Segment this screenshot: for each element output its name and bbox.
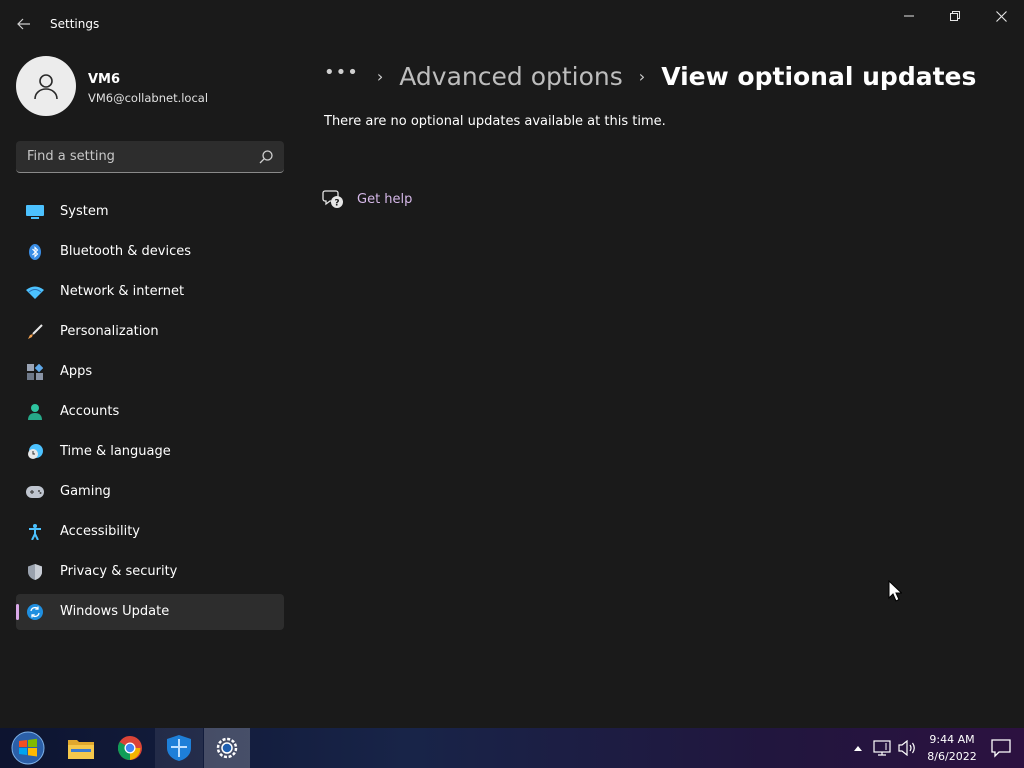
back-button[interactable] <box>10 12 38 36</box>
clock-time: 9:44 AM <box>929 733 975 746</box>
network-icon <box>873 740 891 756</box>
sidebar-item-accessibility[interactable]: Accessibility <box>16 514 284 550</box>
breadcrumb-advanced-options[interactable]: Advanced options <box>399 62 623 91</box>
close-icon <box>995 10 1007 22</box>
user-name: VM6 <box>88 72 121 87</box>
minimize-icon <box>904 15 914 17</box>
user-avatar-icon <box>34 74 58 100</box>
app-title: Settings <box>50 17 100 31</box>
sidebar-item-label: Bluetooth & devices <box>60 244 191 259</box>
sidebar-item-apps[interactable]: Apps <box>16 354 284 390</box>
search-input[interactable] <box>16 141 252 172</box>
user-email: VM6@collabnet.local <box>88 91 209 105</box>
chrome-icon <box>118 736 142 760</box>
settings-icon <box>216 737 238 759</box>
apps-icon <box>26 364 44 380</box>
sidebar-item-label: Time & language <box>60 444 171 459</box>
sidebar-item-windows-update[interactable]: Windows Update <box>16 594 284 630</box>
sidebar-item-label: Network & internet <box>60 284 185 299</box>
get-help-link[interactable]: ? Get help <box>322 188 412 210</box>
gamepad-icon <box>26 484 44 500</box>
settings-taskbar-button[interactable] <box>204 728 250 768</box>
sidebar-item-label: System <box>60 204 109 219</box>
sidebar-nav: System Bluetooth & devices Network & int… <box>16 194 284 634</box>
sidebar-item-personalization[interactable]: Personalization <box>16 314 284 350</box>
start-button[interactable] <box>4 728 52 768</box>
bluetooth-icon <box>26 244 44 260</box>
search-icon[interactable] <box>258 149 274 165</box>
taskbar: 9:44 AM 8/6/2022 <box>0 728 1024 768</box>
sidebar-item-label: Accessibility <box>60 524 140 539</box>
sidebar-item-gaming[interactable]: Gaming <box>16 474 284 510</box>
restore-icon <box>950 11 960 21</box>
settings-search <box>16 141 284 173</box>
sidebar-item-system[interactable]: System <box>16 194 284 230</box>
update-icon <box>26 604 44 620</box>
sidebar-item-time-language[interactable]: Time & language <box>16 434 284 470</box>
mouse-cursor-icon <box>888 580 902 602</box>
no-updates-message: There are no optional updates available … <box>324 114 666 129</box>
start-icon <box>11 731 45 765</box>
clock-date: 8/6/2022 <box>927 750 977 763</box>
breadcrumb-more-button[interactable]: ••• <box>324 62 359 83</box>
volume-tray-button[interactable] <box>897 738 917 758</box>
wifi-icon <box>26 284 44 300</box>
back-arrow-icon <box>17 18 30 30</box>
sidebar-item-network-internet[interactable]: Network & internet <box>16 274 284 310</box>
chrome-button[interactable] <box>106 728 154 768</box>
user-profile[interactable]: VM6 VM6@collabnet.local <box>16 56 286 118</box>
system-icon <box>26 204 44 220</box>
sidebar-item-label: Privacy & security <box>60 564 178 579</box>
avatar <box>16 56 76 116</box>
accessibility-icon <box>26 524 44 540</box>
sidebar-item-accounts[interactable]: Accounts <box>16 394 284 430</box>
notification-center-icon[interactable] <box>990 738 1012 758</box>
chevron-right-icon: › <box>376 66 384 86</box>
brush-icon <box>26 324 44 340</box>
help-chat-icon: ? <box>322 190 343 209</box>
close-button[interactable] <box>978 0 1024 32</box>
taskbar-clock[interactable]: 9:44 AM 8/6/2022 <box>924 731 980 765</box>
title-bar: Settings <box>0 0 1024 48</box>
sidebar-item-label: Apps <box>60 364 93 379</box>
breadcrumb: ••• › Advanced options › View optional u… <box>324 56 976 96</box>
file-explorer-button[interactable] <box>57 728 105 768</box>
chevron-right-icon: › <box>638 66 646 86</box>
clock-globe-icon <box>26 444 44 460</box>
minimize-button[interactable] <box>886 0 932 32</box>
network-tray-button[interactable] <box>872 738 892 758</box>
svg-text:?: ? <box>334 199 339 209</box>
file-explorer-icon <box>68 740 94 759</box>
volume-icon <box>898 740 915 756</box>
show-hidden-icons-button[interactable] <box>848 738 868 758</box>
person-icon <box>26 404 44 420</box>
shield-icon <box>26 564 44 580</box>
chevron-up-icon <box>854 746 862 751</box>
sidebar-item-label: Personalization <box>60 324 159 339</box>
sidebar-item-privacy-security[interactable]: Privacy & security <box>16 554 284 590</box>
sidebar-item-label: Windows Update <box>60 604 170 619</box>
windows-security-icon <box>167 735 191 761</box>
get-help-label[interactable]: Get help <box>357 192 412 207</box>
sidebar-item-label: Accounts <box>60 404 120 419</box>
sidebar-item-bluetooth-devices[interactable]: Bluetooth & devices <box>16 234 284 270</box>
page-title: View optional updates <box>661 61 977 91</box>
windows-security-button[interactable] <box>155 728 203 768</box>
restore-button[interactable] <box>932 0 978 32</box>
sidebar-item-label: Gaming <box>60 484 111 499</box>
